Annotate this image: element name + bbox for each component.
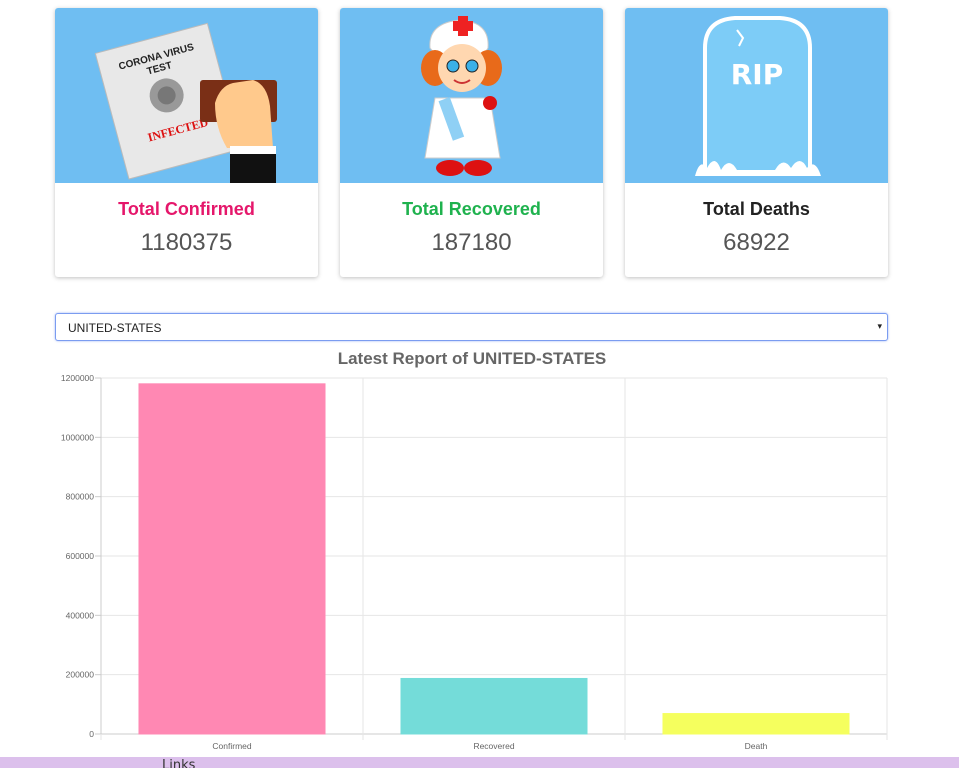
x-tick-label: Confirmed bbox=[212, 741, 251, 751]
card-value: 68922 bbox=[723, 229, 790, 256]
card-total-confirmed: CORONA VIRUS TEST INFECTED Total Confirm… bbox=[55, 8, 318, 277]
tombstone-icon: RIP bbox=[625, 8, 888, 183]
card-total-recovered: Total Recovered 187180 bbox=[340, 8, 603, 277]
stamp-infected-icon: CORONA VIRUS TEST INFECTED bbox=[55, 8, 318, 183]
stats-cards: CORONA VIRUS TEST INFECTED Total Confirm… bbox=[55, 8, 888, 277]
y-tick-label: 200000 bbox=[66, 670, 95, 680]
card-title: Total Confirmed bbox=[118, 199, 255, 219]
chart-title: Latest Report of UNITED-STATES bbox=[337, 349, 607, 368]
country-select-value: UNITED-STATES bbox=[68, 321, 162, 335]
footer-link-links[interactable]: Links bbox=[162, 758, 195, 768]
country-select[interactable]: UNITED-STATES ▾ bbox=[55, 313, 888, 341]
bar-chart: 0 200000 400000 600000 800000 1000000 1200000 C… bbox=[61, 373, 888, 751]
card-value: 187180 bbox=[431, 229, 512, 256]
y-tick-label: 800000 bbox=[66, 492, 95, 502]
y-tick-label: 1000000 bbox=[61, 432, 94, 442]
chevron-down-icon: ▾ bbox=[877, 321, 882, 331]
card-value: 1180375 bbox=[140, 229, 233, 256]
y-tick-label: 0 bbox=[89, 729, 94, 739]
bar-death bbox=[662, 713, 850, 735]
card-title: Total Recovered bbox=[402, 199, 541, 219]
card-title: Total Deaths bbox=[703, 199, 810, 219]
x-tick-label: Death bbox=[745, 741, 768, 751]
x-tick-label: Recovered bbox=[473, 741, 514, 751]
y-tick-label: 400000 bbox=[66, 610, 95, 620]
y-tick-label: 1200000 bbox=[61, 373, 94, 383]
card-total-deaths: RIP Total Deaths 68922 bbox=[625, 8, 888, 277]
svg-text:RIP: RIP bbox=[731, 58, 784, 91]
nurse-icon bbox=[340, 8, 603, 183]
footer: Links bbox=[0, 757, 959, 768]
bar-confirmed bbox=[138, 383, 326, 735]
bar-recovered bbox=[400, 677, 588, 735]
y-tick-label: 600000 bbox=[66, 551, 95, 561]
